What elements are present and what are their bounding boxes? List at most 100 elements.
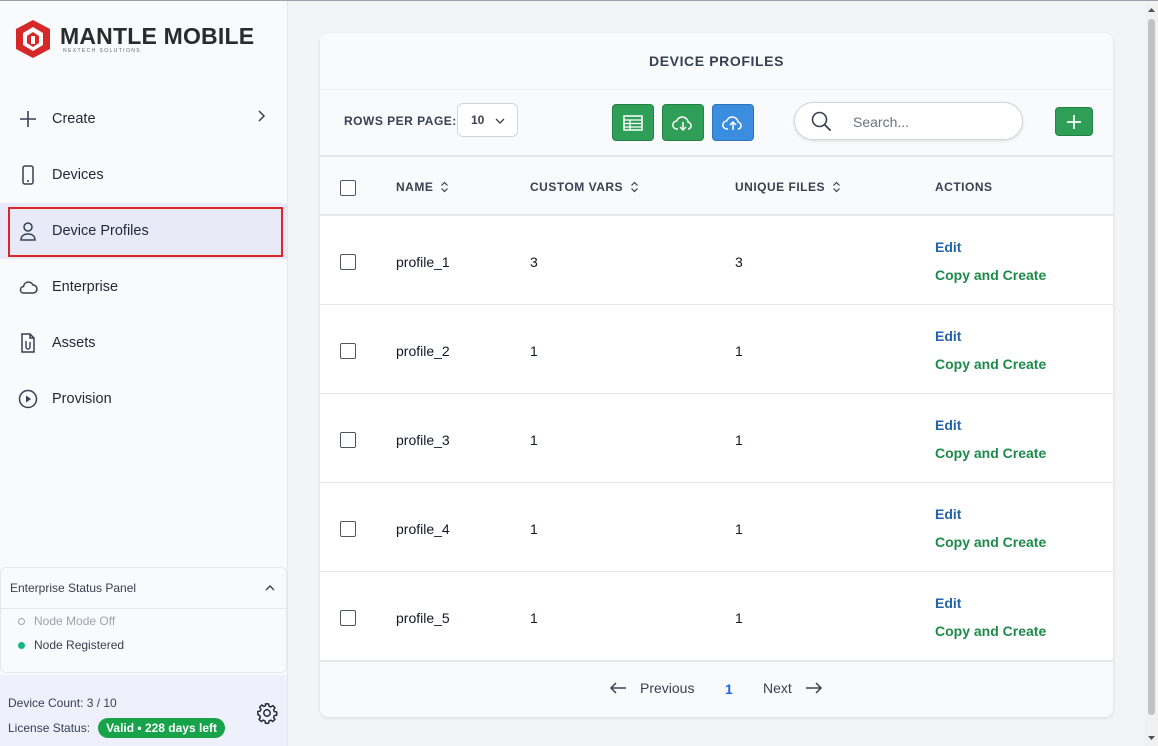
next-label: Next <box>763 680 792 696</box>
row-checkbox[interactable] <box>340 610 356 626</box>
row-checkbox[interactable] <box>340 432 356 448</box>
export-csv-button[interactable] <box>612 104 654 141</box>
sidebar: MANTLE MOBILE NEXTECH SOLUTIONS Create D… <box>0 1 288 746</box>
status-node-registered: Node Registered <box>1 633 286 657</box>
table-body: profile_1 3 3 Edit Copy and Create profi… <box>320 216 1113 661</box>
cloud-upload-button[interactable] <box>712 104 754 141</box>
sidebar-item-enterprise[interactable]: Enterprise <box>0 259 287 315</box>
sidebar-item-assets[interactable]: Assets <box>0 315 287 371</box>
status-label: Node Registered <box>34 638 125 652</box>
row-checkbox[interactable] <box>340 254 356 270</box>
column-header-custom-vars[interactable]: CUSTOM VARS <box>530 180 639 194</box>
mantle-logo-icon <box>16 20 50 58</box>
sidebar-item-label: Assets <box>52 335 96 351</box>
sidebar-item-label: Enterprise <box>52 279 119 295</box>
brand-tagline: NEXTECH SOLUTIONS <box>63 48 141 54</box>
cell-custom-vars: 1 <box>530 343 538 359</box>
brand-logo[interactable]: MANTLE MOBILE NEXTECH SOLUTIONS <box>14 19 254 59</box>
cloud-download-button[interactable] <box>662 104 704 141</box>
cell-custom-vars: 1 <box>530 610 538 626</box>
cloud-download-icon <box>672 115 692 131</box>
play-circle-icon <box>18 389 38 409</box>
cell-name: profile_2 <box>396 343 450 359</box>
copy-and-create-link[interactable]: Copy and Create <box>935 356 1046 372</box>
status-label: Node Mode Off <box>34 614 116 628</box>
table-row: profile_4 1 1 Edit Copy and Create <box>320 483 1113 572</box>
page-number[interactable]: 1 <box>725 681 733 697</box>
page-scrollbar[interactable] <box>1145 1 1158 746</box>
cell-name: profile_3 <box>396 432 450 448</box>
status-node-mode: Node Mode Off <box>1 609 286 633</box>
cloud-upload-icon <box>722 115 742 130</box>
table-header: NAME CUSTOM VARS UNIQUE FILES ACTIONS <box>320 155 1113 216</box>
table-row: profile_2 1 1 Edit Copy and Create <box>320 305 1113 394</box>
row-checkbox[interactable] <box>340 343 356 359</box>
cell-name: profile_1 <box>396 254 450 270</box>
add-profile-button[interactable] <box>1055 107 1093 136</box>
arrow-left-icon <box>609 682 626 694</box>
sidebar-item-devices[interactable]: Devices <box>0 147 287 203</box>
cell-unique-files: 1 <box>735 610 743 626</box>
sidebar-item-provision[interactable]: Provision <box>0 371 287 427</box>
column-label: UNIQUE FILES <box>735 180 826 194</box>
device-count: Device Count: 3 / 10 <box>8 696 117 710</box>
cell-unique-files: 1 <box>735 432 743 448</box>
copy-and-create-link[interactable]: Copy and Create <box>935 267 1046 283</box>
pagination: Previous 1 Next <box>320 661 1113 717</box>
cell-unique-files: 1 <box>735 343 743 359</box>
device-profiles-card: DEVICE PROFILES ROWS PER PAGE: 10 Search… <box>320 33 1113 717</box>
table-toolbar: ROWS PER PAGE: 10 <box>320 89 1113 155</box>
sort-icon <box>631 181 638 193</box>
table-row: profile_3 1 1 Edit Copy and Create <box>320 394 1113 483</box>
previous-page-button[interactable]: Previous <box>609 680 694 696</box>
cell-custom-vars: 3 <box>530 254 538 270</box>
sidebar-item-device-profiles[interactable]: Device Profiles <box>0 203 287 259</box>
edit-link[interactable]: Edit <box>935 506 961 522</box>
chevron-up-icon[interactable] <box>264 582 276 594</box>
plus-icon <box>18 109 38 129</box>
edit-link[interactable]: Edit <box>935 328 961 344</box>
status-panel-header[interactable]: Enterprise Status Panel <box>1 568 286 609</box>
search-box[interactable] <box>794 102 1023 140</box>
cell-custom-vars: 1 <box>530 521 538 537</box>
scroll-down-icon[interactable] <box>1147 734 1156 742</box>
sidebar-nav: Create Devices Device Profiles Enterpris… <box>0 91 287 427</box>
previous-label: Previous <box>640 680 695 696</box>
copy-and-create-link[interactable]: Copy and Create <box>935 534 1046 550</box>
sidebar-item-label: Device Profiles <box>52 223 149 239</box>
cell-name: profile_5 <box>396 610 450 626</box>
edit-link[interactable]: Edit <box>935 595 961 611</box>
select-all-checkbox[interactable] <box>340 180 356 196</box>
column-label: CUSTOM VARS <box>530 180 624 194</box>
table-row: profile_1 3 3 Edit Copy and Create <box>320 216 1113 305</box>
column-header-unique-files[interactable]: UNIQUE FILES <box>735 180 841 194</box>
scrollbar-thumb[interactable] <box>1148 19 1155 715</box>
gear-icon[interactable] <box>256 702 278 724</box>
search-input[interactable] <box>853 112 1003 132</box>
license-badge: Valid • 228 days left <box>98 718 225 738</box>
rows-per-page-value: 10 <box>471 113 485 127</box>
sort-icon <box>441 181 449 193</box>
status-dot-on-icon <box>18 641 25 649</box>
next-page-button[interactable]: Next <box>763 680 823 696</box>
enterprise-status-panel: Enterprise Status Panel Node Mode Off No… <box>0 567 287 673</box>
column-label: NAME <box>396 180 434 194</box>
arrow-right-icon <box>805 682 822 694</box>
sidebar-item-label: Create <box>52 111 96 127</box>
edit-link[interactable]: Edit <box>935 239 961 255</box>
phone-icon <box>18 165 38 185</box>
column-header-actions: ACTIONS <box>935 180 993 194</box>
edit-link[interactable]: Edit <box>935 417 961 433</box>
spreadsheet-icon <box>623 114 643 131</box>
copy-and-create-link[interactable]: Copy and Create <box>935 623 1046 639</box>
row-checkbox[interactable] <box>340 521 356 537</box>
brand-name: MANTLE MOBILE <box>60 23 255 49</box>
column-header-name[interactable]: NAME <box>396 180 449 194</box>
column-label: ACTIONS <box>935 180 993 194</box>
rows-per-page-select[interactable]: 10 <box>457 103 518 137</box>
cell-unique-files: 1 <box>735 521 743 537</box>
scroll-up-icon[interactable] <box>1147 6 1156 14</box>
cell-unique-files: 3 <box>735 254 743 270</box>
copy-and-create-link[interactable]: Copy and Create <box>935 445 1046 461</box>
sidebar-item-create[interactable]: Create <box>0 91 287 147</box>
